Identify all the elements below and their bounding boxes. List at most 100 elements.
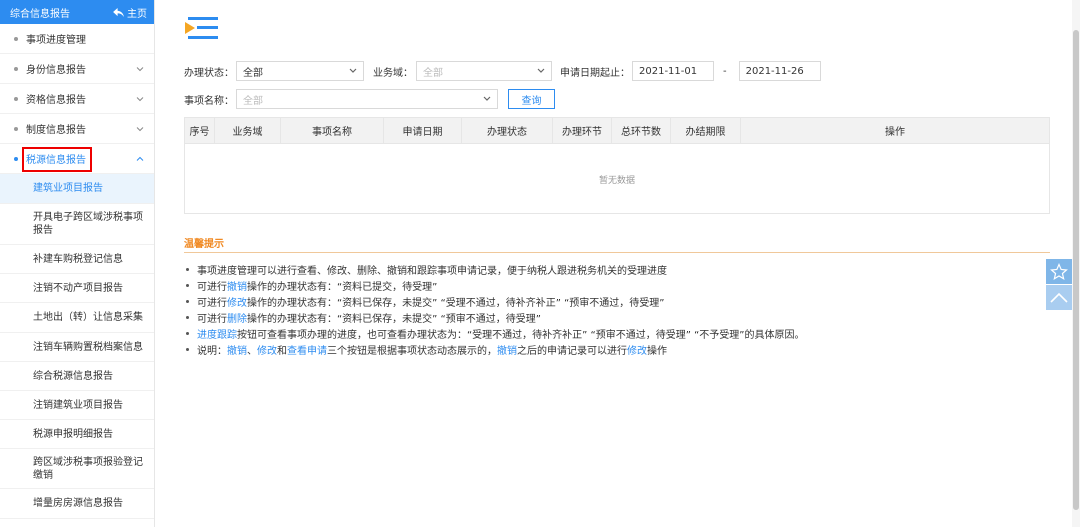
tips-title: 温馨提示 — [184, 239, 224, 250]
chevron-down-icon — [483, 96, 491, 101]
sidebar-item[interactable]: 制度信息报告 — [0, 114, 154, 144]
sidebar-subitem[interactable]: 注销车辆购置税档案信息 — [0, 333, 154, 362]
tip-link[interactable]: 撤销 — [227, 342, 247, 357]
tip-line: 可进行 修改 操作的办理状态有：“资料已保存，未提交” “受理不通过，待补齐补正” … — [186, 293, 1046, 309]
tip-line: 说明： 撤销、修改和查看申请 三个按钮是根据事项状态动态展示的， 撤销 之后的申请记录可… — [186, 341, 1046, 357]
chevron-down-icon — [136, 96, 144, 101]
bullet-dot — [186, 283, 189, 287]
results-table: 序号 业务域 事项名称 申请日期 办理状态 办理环节 总环节数 办结期限 操作 暂无数据 — [184, 117, 1050, 214]
sidebar-subitem[interactable]: 增量房房源信息报告 — [0, 489, 154, 519]
home-arrow-icon — [113, 7, 124, 17]
chevron-up-icon — [1050, 292, 1068, 303]
table-header-cell: 事项名称 — [281, 118, 384, 143]
domain-label: 业务域： — [373, 67, 413, 79]
name-placeholder: 全部 — [243, 95, 263, 107]
tip-text: 操作的办理状态有：“资料已保存，未提交” “预审不通过，待受理” — [247, 313, 541, 325]
sidebar-subitem[interactable]: 建筑业项目报告 — [0, 174, 154, 204]
tip-link[interactable]: 删除 — [227, 310, 247, 325]
chevron-up-icon — [136, 156, 144, 161]
tip-link[interactable]: 进度跟踪 — [197, 326, 237, 341]
tip-text: 操作的办理状态有：“资料已提交，待受理” — [247, 281, 438, 293]
status-label: 办理状态： — [184, 67, 234, 79]
date-separator: - — [723, 65, 727, 77]
name-select[interactable]: 全部 — [236, 89, 498, 109]
date-to-input[interactable]: 2021-11-26 — [738, 61, 821, 81]
tip-link[interactable]: 修改 — [257, 342, 277, 357]
domain-placeholder: 全部 — [423, 67, 443, 79]
bullet-dot — [14, 66, 18, 71]
tip-line: 可进行 撤销 操作的办理状态有：“资料已提交，待受理” — [186, 277, 1046, 293]
back-to-top-button[interactable] — [1046, 285, 1072, 310]
scrollbar[interactable] — [1072, 0, 1080, 527]
sidebar-item-label: 资格信息报告 — [26, 95, 86, 106]
bullet-dot — [14, 36, 18, 41]
bullet-dot — [186, 331, 189, 335]
sidebar-item[interactable]: 税源信息报告 — [0, 144, 154, 174]
tip-text: 和 — [277, 345, 287, 357]
tip-text: 、 — [247, 345, 257, 357]
bullet-dot — [186, 315, 189, 319]
sidebar-item-label: 身份信息报告 — [26, 65, 86, 76]
tip-text: 可进行 — [197, 297, 227, 309]
chevron-down-icon — [136, 66, 144, 71]
tip-text: 操作 — [647, 345, 667, 357]
table-header-cell: 总环节数 — [612, 118, 671, 143]
tip-text: 说明： — [197, 345, 227, 357]
sidebar-subitem[interactable]: 补建车购税登记信息 — [0, 245, 154, 274]
sidebar-subitem[interactable]: 注销不动产项目报告 — [0, 274, 154, 303]
sidebar-item[interactable]: 身份信息报告 — [0, 54, 154, 84]
sidebar-subitem[interactable]: 综合税源信息报告 — [0, 362, 154, 391]
tip-text: 按钮可查看事项办理的进度，也可查看办理状态为：“受理不通过，待补齐补正” “预审… — [237, 329, 805, 341]
sidebar-subitem[interactable]: 税源申报明细报告 — [0, 420, 154, 449]
date-from-input[interactable]: 2021-11-01 — [632, 61, 714, 81]
name-label: 事项名称： — [184, 95, 234, 107]
sidebar: 综合信息报告 主页 事项进度管理身份信息报告 资格信息报告制度信息报告税源信息报告… — [0, 0, 155, 527]
query-button[interactable]: 查询 — [508, 89, 555, 109]
home-link[interactable]: 主页 — [113, 5, 147, 20]
sidebar-header: 综合信息报告 主页 — [0, 0, 154, 24]
table-header-cell: 办结期限 — [671, 118, 741, 143]
tip-line: 进度跟踪 按钮可查看事项办理的进度，也可查看办理状态为：“受理不通过，待补齐补正”… — [186, 325, 1046, 341]
tip-link[interactable]: 撤销 — [227, 278, 247, 293]
star-icon — [1050, 262, 1068, 280]
table-header-cell: 申请日期 — [384, 118, 462, 143]
tip-text: 事项进度管理可以进行查看、修改、删除、撤销和跟踪事项申请记录，便于纳税人跟进税务… — [197, 265, 667, 277]
date-from-value: 2021-11-01 — [639, 65, 698, 77]
empty-state: 暂无数据 — [598, 175, 635, 186]
bullet-dot — [186, 299, 189, 303]
tip-link[interactable]: 查看申请 — [287, 342, 327, 357]
chevron-down-icon — [136, 126, 144, 131]
status-value: 全部 — [243, 67, 263, 79]
sidebar-item-label: 税源信息报告 — [26, 155, 86, 166]
tip-text: 可进行 — [197, 281, 227, 293]
sidebar-item[interactable]: 事项进度管理 — [0, 24, 154, 54]
table-header-cell: 业务域 — [215, 118, 281, 143]
chevron-down-icon — [537, 68, 545, 73]
sidebar-item[interactable]: 资格信息报告 — [0, 84, 154, 114]
bullet-dot — [186, 347, 189, 351]
domain-select[interactable]: 全部 — [416, 61, 552, 81]
bullet-dot — [14, 156, 18, 161]
tip-text: 操作的办理状态有：“资料已保存，未提交” “受理不通过，待补齐补正” “预审不通… — [247, 297, 665, 309]
tip-link[interactable]: 修改 — [627, 342, 647, 357]
tip-link[interactable]: 修改 — [227, 294, 247, 309]
tip-text: 三个按钮是根据事项状态动态展示的， — [327, 345, 497, 357]
bullet-dot — [14, 96, 18, 101]
chevron-down-icon — [349, 68, 357, 73]
sidebar-subitem[interactable]: 跨区域涉税事项报验登记缴销 — [0, 449, 154, 489]
favorite-button[interactable] — [1046, 259, 1072, 284]
tip-text: 之后的申请记录可以进行 — [517, 345, 627, 357]
table-header: 序号 业务域 事项名称 申请日期 办理状态 办理环节 总环节数 办结期限 操作 — [185, 118, 1049, 144]
scrollbar-thumb[interactable] — [1073, 30, 1079, 510]
tip-link[interactable]: 撤销 — [497, 342, 517, 357]
sidebar-subitem[interactable]: 注销建筑业项目报告 — [0, 391, 154, 420]
status-select[interactable]: 全部 — [236, 61, 364, 81]
sidebar-subitem[interactable]: 开具电子跨区域涉税事项报告 — [0, 204, 154, 245]
bullet-dot — [186, 267, 189, 271]
bullet-dot — [14, 126, 18, 131]
main-content: 办理状态： 全部 业务域： 全部 申请日期起止： 2021-11-01 - 20… — [170, 0, 1050, 527]
sidebar-subitem[interactable]: 土地出（转）让信息采集 — [0, 303, 154, 333]
table-header-cell: 办理环节 — [553, 118, 612, 143]
date-label: 申请日期起止： — [560, 67, 630, 79]
tip-text: 可进行 — [197, 313, 227, 325]
